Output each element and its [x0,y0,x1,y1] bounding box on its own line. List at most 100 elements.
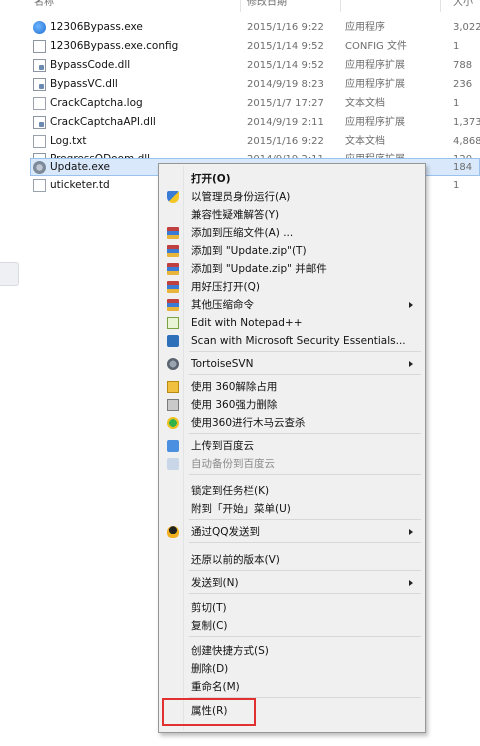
context-menu: 打开(O) 以管理员身份运行(A) 兼容性疑难解答(Y) 添加到压缩文件(A) ...… [158,163,426,733]
menu-item: 自动备份到百度云 [161,455,423,473]
menu-item[interactable]: 添加到 "Update.zip" 并邮件 [161,260,423,278]
menu-separator [189,519,421,520]
menu-item[interactable]: 删除(D) [161,660,423,678]
menu-item-label: 附到「开始」菜单(U) [191,503,291,515]
menu-item[interactable]: 创建快捷方式(S) [161,642,423,660]
header-divider [240,0,241,12]
menu-item-label: TortoiseSVN [191,358,254,370]
file-name: uticketer.td [50,179,110,191]
menu-item[interactable]: 使用360进行木马云查杀 [161,414,423,432]
file-row[interactable]: 12306Bypass.exe 2015/1/16 9:22 应用程序 3,022 [0,18,480,37]
file-type: 应用程序扩展 [345,79,405,90]
menu-item[interactable]: 使用 360强力删除 [161,396,423,414]
dll-icon [33,59,46,72]
file-size: 4,868 [453,136,480,147]
submenu-arrow-icon [409,361,413,367]
file-size: 184 [453,162,473,173]
notepad-plus-plus-icon [167,317,179,329]
menu-item[interactable]: 以管理员身份运行(A) [161,188,423,206]
menu-item[interactable]: 打开(O) [161,170,423,188]
menu-item[interactable]: 剪切(T) [161,599,423,617]
file-row[interactable]: CrackCaptcha.log 2015/1/7 17:27 文本文档 1 [0,94,480,113]
file-row[interactable]: Log.txt 2015/1/16 9:22 文本文档 4,868 [0,132,480,151]
file-date: 2014/9/19 8:23 [247,79,324,90]
file-size: 236 [453,79,473,90]
column-date[interactable]: 修改日期 [247,0,287,8]
file-type: CONFIG 文件 [345,41,407,52]
menu-item[interactable]: 其他压缩命令 [161,296,423,314]
menu-item-label: 上传到百度云 [191,440,254,452]
menu-separator [189,433,421,434]
file-date: 2014/9/19 2:11 [247,117,324,128]
menu-item-label: Edit with Notepad++ [191,317,303,329]
menu-item-label: 使用 360强力删除 [191,399,278,411]
file-row[interactable]: CrackCaptchaAPI.dll 2014/9/19 2:11 应用程序扩展 1… [0,113,480,132]
menu-item-label: 复制(C) [191,620,228,632]
file-name: Update.exe [50,161,110,173]
menu-separator [189,570,421,571]
file-row[interactable]: 12306Bypass.exe.config 2015/1/14 9:52 CONF… [0,37,480,56]
menu-item-label: 重命名(M) [191,681,240,693]
menu-item[interactable]: TortoiseSVN [161,355,423,373]
column-name[interactable]: 名称 [34,0,54,8]
menu-item[interactable]: Scan with Microsoft Security Essentials.… [161,332,423,350]
360-unlock-icon [167,381,179,393]
menu-item-label: 锁定到任务栏(K) [191,485,270,497]
menu-item-label: 自动备份到百度云 [191,458,275,470]
file-row[interactable]: BypassVC.dll 2014/9/19 8:23 应用程序扩展 236 [0,75,480,94]
shield-icon [167,191,179,203]
file-type: 应用程序扩展 [345,117,405,128]
menu-separator [189,593,421,594]
winrar-icon [167,281,179,293]
file-row[interactable]: BypassCode.dll 2015/1/14 9:52 应用程序扩展 788 [0,56,480,75]
menu-item[interactable]: Edit with Notepad++ [161,314,423,332]
menu-item-label: 用好压打开(Q) [191,281,260,293]
menu-item-label: Scan with Microsoft Security Essentials.… [191,335,406,347]
menu-item-label: 发送到(N) [191,577,239,589]
menu-item[interactable]: 添加到 "Update.zip"(T) [161,242,423,260]
file-type: 应用程序 [345,22,385,33]
menu-item[interactable]: 复制(C) [161,617,423,635]
file-date: 2015/1/7 17:27 [247,98,324,109]
menu-item-label: 兼容性疑难解答(Y) [191,209,280,221]
file-size: 1,373 [453,117,480,128]
menu-item[interactable]: 用好压打开(Q) [161,278,423,296]
menu-item-label: 使用 360解除占用 [191,381,278,393]
menu-separator [189,636,421,637]
menu-item-label: 删除(D) [191,663,229,675]
menu-item-label: 使用360进行木马云查杀 [191,417,306,429]
menu-item[interactable]: 附到「开始」菜单(U) [161,500,423,518]
splitter-handle[interactable] [0,262,19,286]
menu-item[interactable]: 上传到百度云 [161,437,423,455]
menu-item[interactable]: 还原以前的版本(V) [161,551,423,569]
file-name: 12306Bypass.exe [50,21,143,33]
submenu-arrow-icon [409,580,413,586]
menu-item[interactable]: 发送到(N) [161,574,423,592]
properties-highlight-box [162,698,256,726]
column-size[interactable]: 大小 [453,0,473,8]
menu-separator [189,374,421,375]
config-file-icon [33,40,46,53]
text-file-icon [33,135,46,148]
file-size: 3,022 [453,22,480,33]
winrar-icon [167,227,179,239]
tortoisesvn-icon [167,358,179,370]
menu-item[interactable]: 兼容性疑难解答(Y) [161,206,423,224]
file-name: BypassVC.dll [50,78,118,90]
360-shred-icon [167,399,179,411]
winrar-icon [167,299,179,311]
file-name: CrackCaptcha.log [50,97,143,109]
menu-item-label: 添加到压缩文件(A) ... [191,227,294,239]
menu-separator [189,542,421,543]
file-date: 2015/1/14 9:52 [247,60,324,71]
menu-item[interactable]: 使用 360解除占用 [161,378,423,396]
file-type: 文本文档 [345,98,385,109]
menu-item[interactable]: 重命名(M) [161,678,423,696]
menu-item-label: 通过QQ发送到 [191,526,261,538]
menu-separator [189,351,421,352]
menu-item[interactable]: 通过QQ发送到 [161,523,423,541]
file-type: 文本文档 [345,136,385,147]
menu-item[interactable]: 锁定到任务栏(K) [161,482,423,500]
menu-item-label: 添加到 "Update.zip"(T) [191,245,307,257]
menu-item[interactable]: 添加到压缩文件(A) ... [161,224,423,242]
